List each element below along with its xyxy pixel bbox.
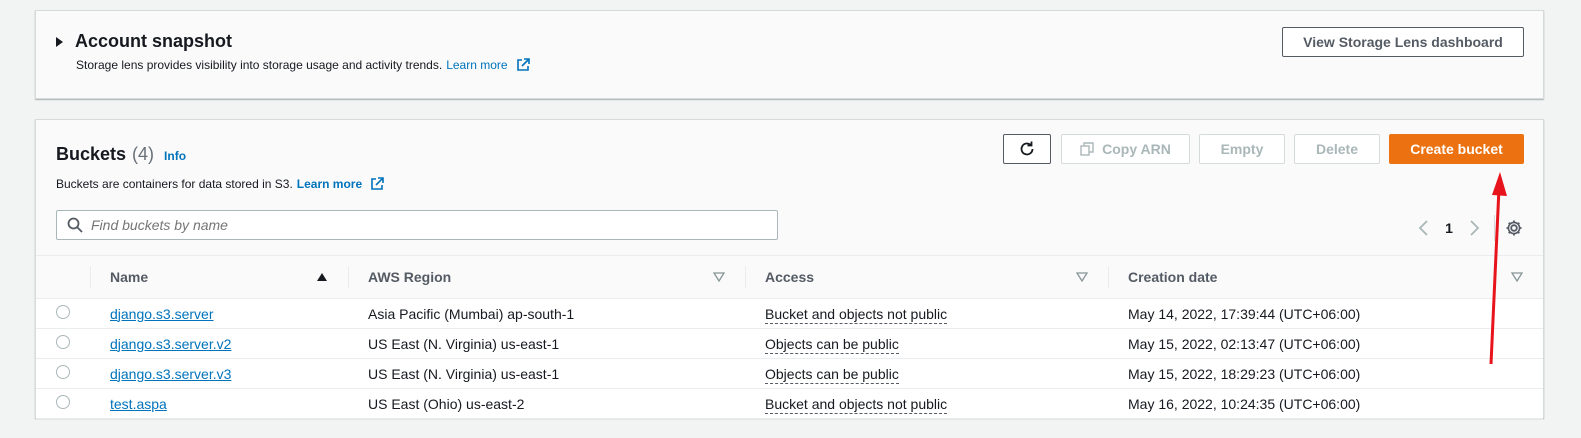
table-header-row: Name AWS Region Access Creation date [36,255,1543,299]
page-number[interactable]: 1 [1434,220,1464,236]
chevron-right-icon[interactable] [1464,218,1484,238]
account-snapshot-description: Storage lens provides visibility into st… [76,58,530,72]
column-header-label: AWS Region [368,269,452,285]
buckets-count: (4) [132,144,155,164]
table-row: django.s3.server.v3 US East (N. Virginia… [36,358,1543,389]
delete-button[interactable]: Delete [1294,134,1380,164]
create-bucket-button[interactable]: Create bucket [1389,134,1524,164]
settings-gear-icon[interactable] [1505,219,1523,237]
search-input[interactable] [91,217,751,233]
info-link[interactable]: Info [164,149,186,163]
buckets-panel: Buckets (4) Info Buckets are containers … [35,119,1544,419]
search-field[interactable] [56,210,778,240]
bucket-access[interactable]: Bucket and objects not public [765,395,948,414]
bucket-name-link[interactable]: django.s3.server [110,306,214,322]
buckets-description-text: Buckets are containers for data stored i… [56,177,293,191]
refresh-button[interactable] [1003,134,1051,164]
column-header-label: Name [110,269,149,285]
column-header-label: Creation date [1128,269,1218,285]
row-select-radio[interactable] [56,305,70,319]
external-link-icon[interactable] [370,177,384,191]
bucket-creation-date: May 16, 2022, 10:24:35 (UTC+06:00) [1128,395,1361,412]
row-select-radio[interactable] [56,395,70,409]
row-select-radio[interactable] [56,365,70,379]
copy-arn-button[interactable]: Copy ARN [1061,134,1190,164]
refresh-icon [1020,141,1034,156]
search-icon [67,217,83,233]
sort-ascending-icon[interactable] [316,272,328,282]
bucket-name-link[interactable]: django.s3.server.v3 [110,366,231,382]
bucket-region: US East (Ohio) us-east-2 [368,395,525,412]
bucket-region: US East (N. Virginia) us-east-1 [368,365,560,382]
snapshot-learn-more-link[interactable]: Learn more [446,58,507,72]
table-row: django.s3.server.v2 US East (N. Virginia… [36,328,1543,359]
bucket-region: Asia Pacific (Mumbai) ap-south-1 [368,305,575,322]
row-select-radio[interactable] [56,335,70,349]
sort-icon[interactable] [713,272,725,282]
bucket-creation-date: May 15, 2022, 02:13:47 (UTC+06:00) [1128,335,1361,352]
empty-button[interactable]: Empty [1199,134,1285,164]
column-header-name[interactable]: Name [90,256,348,299]
snapshot-description-text: Storage lens provides visibility into st… [76,58,443,72]
pagination-divider [1494,215,1495,241]
bucket-name-link[interactable]: django.s3.server.v2 [110,336,231,352]
view-storage-lens-button[interactable]: View Storage Lens dashboard [1282,27,1524,57]
bucket-name-link[interactable]: test.aspa [110,396,167,412]
account-snapshot-panel: Account snapshot Storage lens provides v… [35,10,1544,99]
copy-arn-label: Copy ARN [1102,141,1171,157]
column-divider [745,266,746,288]
external-link-icon[interactable] [516,58,530,72]
bucket-access[interactable]: Bucket and objects not public [765,305,948,324]
copy-icon [1080,142,1094,156]
table-row: django.s3.server Asia Pacific (Mumbai) a… [36,298,1543,329]
buckets-header: Buckets (4) Info [56,144,186,165]
column-header-access[interactable]: Access [745,256,1108,299]
account-snapshot-toggle[interactable]: Account snapshot [56,31,232,52]
bucket-access[interactable]: Objects can be public [765,365,899,384]
bucket-creation-date: May 14, 2022, 17:39:44 (UTC+06:00) [1128,305,1361,322]
bucket-region: US East (N. Virginia) us-east-1 [368,335,560,352]
select-column-header [36,256,90,299]
table-row: test.aspa US East (Ohio) us-east-2 Bucke… [36,388,1543,419]
caret-right-icon [56,36,63,47]
column-divider [1108,266,1109,288]
column-header-creation-date[interactable]: Creation date [1108,256,1543,299]
buckets-learn-more-link[interactable]: Learn more [297,177,362,191]
chevron-left-icon[interactable] [1414,218,1434,238]
bucket-access[interactable]: Objects can be public [765,335,899,354]
buckets-description: Buckets are containers for data stored i… [56,177,384,191]
column-header-label: Access [765,269,815,285]
sort-icon[interactable] [1511,272,1523,282]
sort-icon[interactable] [1076,272,1088,282]
column-divider [348,266,349,288]
buckets-table: Name AWS Region Access Creation date dja… [36,255,1543,419]
pagination: 1 [1414,215,1523,241]
bucket-creation-date: May 15, 2022, 18:29:23 (UTC+06:00) [1128,365,1361,382]
column-header-region[interactable]: AWS Region [348,256,745,299]
column-divider [90,266,91,288]
account-snapshot-title: Account snapshot [75,31,233,51]
buckets-title: Buckets [56,144,127,164]
